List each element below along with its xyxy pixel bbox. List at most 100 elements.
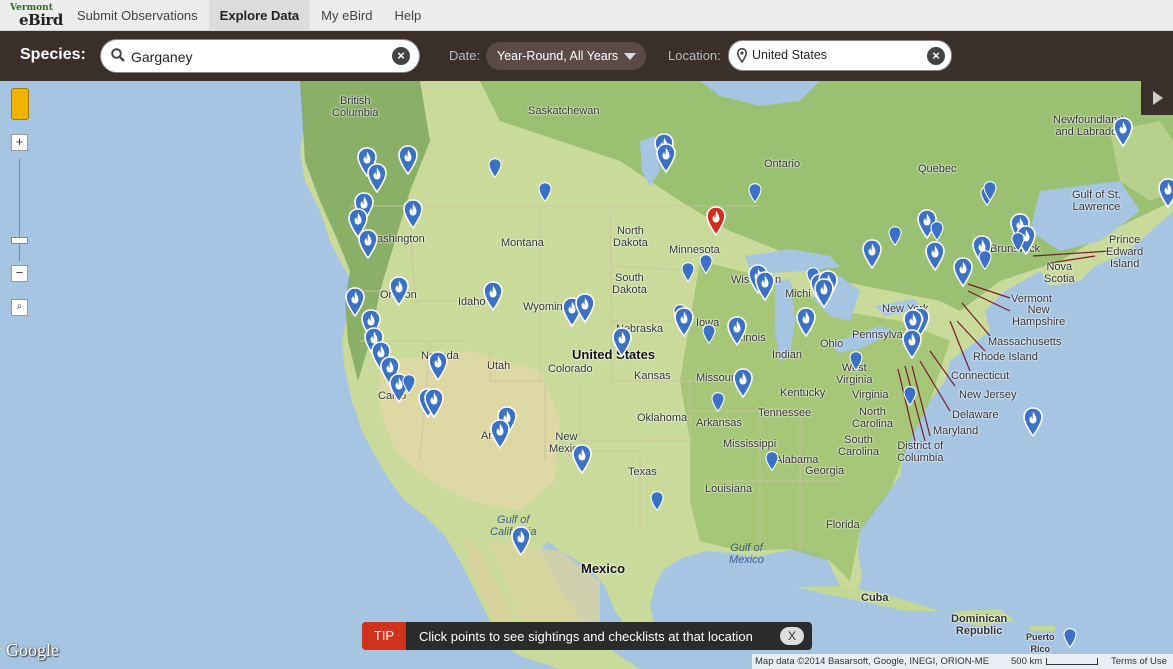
sighting-marker[interactable] [488, 158, 502, 183]
sighting-marker[interactable] [1158, 178, 1173, 213]
sighting-marker[interactable] [765, 451, 779, 476]
nav-submit-observations[interactable]: Submit Observations [66, 0, 209, 31]
label-pei: Prince Edward Island [1106, 234, 1144, 270]
label-dominican-republic: Dominican Republic [951, 613, 1008, 637]
sighting-marker[interactable] [711, 392, 725, 417]
sighting-marker[interactable] [424, 388, 444, 423]
zoom-out-button[interactable]: − [11, 265, 28, 282]
location-input[interactable]: United States × [728, 40, 952, 71]
sighting-marker[interactable] [575, 293, 595, 328]
sighting-marker[interactable] [1011, 232, 1025, 257]
sighting-marker[interactable] [953, 257, 973, 292]
clear-species-icon[interactable]: × [392, 47, 410, 65]
label-kansas: Kansas [634, 370, 671, 382]
label-texas: Texas [628, 466, 657, 478]
sighting-marker[interactable] [428, 351, 448, 386]
map-pin-icon [902, 329, 922, 360]
sighting-marker[interactable] [978, 250, 992, 275]
clear-location-icon[interactable]: × [927, 47, 945, 65]
zoom-in-button[interactable]: + [11, 134, 28, 151]
terms-link[interactable]: Terms of Use [1111, 654, 1167, 669]
sighting-marker[interactable] [403, 199, 423, 234]
label-south-carolina: South Carolina [838, 434, 879, 458]
date-range-select[interactable]: Year-Round, All Years [486, 42, 646, 70]
sighting-marker[interactable] [490, 419, 510, 454]
map-pin-icon [888, 226, 902, 247]
tip-tag: TIP [362, 622, 406, 650]
sighting-marker[interactable] [656, 143, 676, 178]
map-pin-icon [389, 276, 409, 307]
date-label: Date: [449, 48, 481, 63]
close-tip-button[interactable]: X [780, 627, 804, 645]
top-navigation: Vermont eBird Submit Observations Explor… [0, 0, 1173, 31]
sighting-marker[interactable] [702, 324, 716, 349]
zoom-slider-track[interactable] [19, 159, 20, 261]
sighting-marker[interactable] [733, 368, 753, 403]
sighting-marker[interactable] [755, 271, 775, 306]
zoom-slider-thumb[interactable] [11, 237, 28, 244]
sighting-marker[interactable] [849, 351, 863, 376]
selected-sighting-marker[interactable] [706, 206, 726, 241]
street-view-pegman-icon[interactable] [11, 88, 29, 120]
sighting-marker[interactable] [398, 145, 418, 180]
sighting-marker[interactable] [862, 239, 882, 274]
sighting-marker[interactable] [699, 254, 713, 279]
location-value: United States [752, 48, 828, 62]
map-filter-bar: Species: Garganey × Date: Year-Round, Al… [0, 31, 1173, 81]
sighting-marker[interactable] [1063, 628, 1077, 653]
panel-toggle-button[interactable] [1141, 81, 1173, 115]
sighting-marker[interactable] [983, 181, 997, 206]
sighting-marker[interactable] [1023, 407, 1043, 442]
sighting-marker[interactable] [681, 262, 695, 287]
species-search-input[interactable]: Garganey × [100, 39, 420, 73]
play-arrow-icon [1153, 91, 1163, 105]
map-pin-icon [953, 257, 973, 288]
map-pin-icon [424, 388, 444, 419]
map-pin-icon [796, 307, 816, 338]
label-gulf-of-mexico: Gulf of Mexico [729, 542, 764, 566]
sighting-marker[interactable] [903, 386, 917, 411]
map-pin-icon [711, 392, 725, 413]
label-louisiana: Louisiana [705, 483, 753, 495]
sighting-marker[interactable] [902, 329, 922, 364]
map-pin-icon [1063, 628, 1077, 649]
sighting-marker[interactable] [511, 526, 531, 561]
sighting-marker[interactable] [748, 183, 762, 208]
sighting-marker[interactable] [925, 241, 945, 276]
sighting-marker[interactable] [727, 316, 747, 351]
map-canvas[interactable]: British Columbia Saskatchewan Ontario Que… [0, 81, 1173, 669]
google-logo[interactable]: Google [6, 640, 59, 661]
sighting-marker[interactable] [402, 374, 416, 399]
sighting-marker[interactable] [358, 229, 378, 264]
chevron-down-icon [624, 53, 636, 60]
sighting-marker[interactable] [1113, 117, 1133, 152]
vermont-ebird-logo[interactable]: Vermont eBird [6, 0, 66, 31]
sighting-marker[interactable] [572, 444, 592, 479]
sighting-marker[interactable] [888, 226, 902, 251]
map-attribution: Map data ©2014 Basarsoft, Google, INEGI,… [752, 654, 1173, 669]
label-kentucky: Kentucky [780, 387, 826, 399]
map-pin-icon [483, 281, 503, 312]
nav-my-ebird[interactable]: My eBird [310, 0, 383, 31]
map-pin-icon [699, 254, 713, 275]
zoom-to-extent-icon[interactable]: ⌕ [11, 299, 28, 316]
label-connecticut: Connecticut [951, 370, 1010, 382]
sighting-marker[interactable] [612, 327, 632, 362]
location-label: Location: [668, 48, 721, 63]
logo-bottom-text: eBird [19, 10, 63, 29]
label-oklahoma: Oklahoma [637, 412, 688, 424]
label-colorado: Colorado [548, 363, 593, 375]
sighting-marker[interactable] [674, 307, 694, 342]
label-new-hampshire: New Hampshire [1012, 304, 1066, 328]
nav-help[interactable]: Help [383, 0, 432, 31]
sighting-marker[interactable] [650, 491, 664, 516]
sighting-marker[interactable] [389, 276, 409, 311]
label-british-columbia: British Columbia [332, 95, 379, 119]
map-pin-icon [925, 241, 945, 272]
map-pin-icon [862, 239, 882, 270]
nav-explore-data[interactable]: Explore Data [208, 0, 311, 31]
sighting-marker[interactable] [814, 278, 834, 313]
sighting-marker[interactable] [538, 182, 552, 207]
sighting-marker[interactable] [796, 307, 816, 342]
sighting-marker[interactable] [483, 281, 503, 316]
